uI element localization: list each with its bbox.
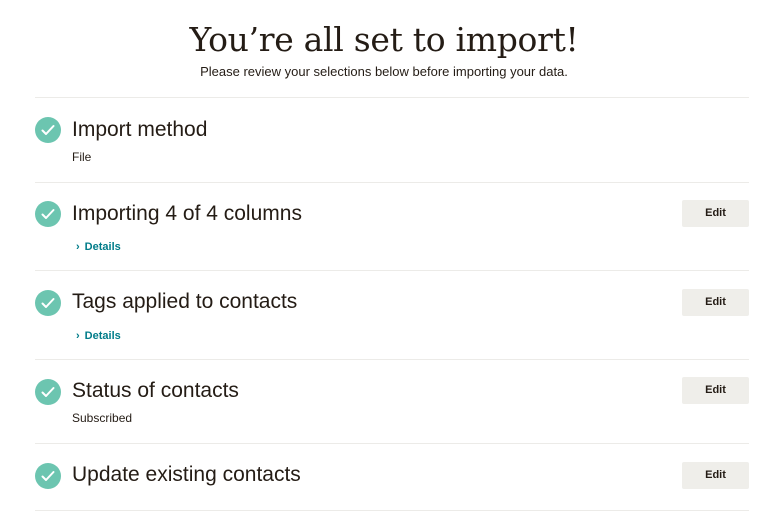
divider bbox=[35, 182, 749, 183]
edit-update-existing-button[interactable]: Edit bbox=[682, 462, 749, 489]
details-label: Details bbox=[84, 241, 121, 253]
section-title: Status of contacts bbox=[72, 379, 239, 402]
divider bbox=[35, 510, 749, 511]
check-circle-icon bbox=[35, 117, 61, 143]
section-value: File bbox=[72, 150, 92, 164]
section-value: Subscribed bbox=[72, 411, 133, 425]
edit-tags-button[interactable]: Edit bbox=[682, 289, 749, 316]
page-subtitle: Please review your selections below befo… bbox=[200, 64, 568, 79]
divider bbox=[35, 359, 749, 360]
divider bbox=[35, 270, 749, 271]
details-label: Details bbox=[84, 330, 121, 342]
section-title: Import method bbox=[72, 118, 208, 141]
details-link[interactable]: › Details bbox=[76, 329, 121, 343]
page-title: You’re all set to import! bbox=[189, 20, 579, 59]
check-circle-icon bbox=[35, 201, 61, 227]
check-circle-icon bbox=[35, 290, 61, 316]
edit-columns-button[interactable]: Edit bbox=[682, 200, 749, 227]
edit-status-button[interactable]: Edit bbox=[682, 377, 749, 404]
section-title: Update existing contacts bbox=[72, 463, 301, 486]
chevron-right-icon: › bbox=[76, 241, 80, 253]
divider bbox=[35, 97, 749, 98]
chevron-right-icon: › bbox=[76, 330, 80, 342]
section-title: Tags applied to contacts bbox=[72, 290, 298, 313]
check-circle-icon bbox=[35, 463, 61, 489]
check-circle-icon bbox=[35, 379, 61, 405]
divider bbox=[35, 443, 749, 444]
details-link[interactable]: › Details bbox=[76, 240, 121, 254]
section-title: Importing 4 of 4 columns bbox=[72, 202, 302, 225]
